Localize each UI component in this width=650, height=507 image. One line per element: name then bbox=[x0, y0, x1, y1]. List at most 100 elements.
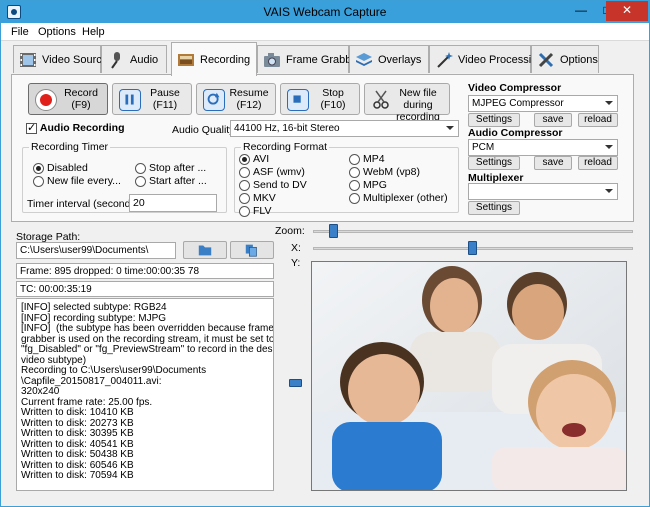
menu-options[interactable]: Options bbox=[38, 26, 76, 38]
storage-path-input[interactable]: C:\Users\user99\Documents\ bbox=[16, 242, 176, 259]
chevron-down-icon bbox=[446, 126, 454, 130]
radio-mpg[interactable] bbox=[349, 180, 360, 191]
tab-label: Recording bbox=[200, 54, 251, 66]
radio-multiplexer[interactable] bbox=[349, 193, 360, 204]
radio-start-after[interactable] bbox=[135, 176, 146, 187]
format-flv-label: FLV bbox=[253, 205, 272, 217]
video-compressor-settings-button[interactable]: Settings bbox=[468, 113, 520, 127]
log-line: 320x240 bbox=[21, 386, 60, 397]
timecode-info: TC: 00:00:35:19 bbox=[16, 281, 274, 297]
log-line: [INFO] selected subtype: RGB24 bbox=[21, 302, 167, 313]
record-button[interactable]: Record (F9) bbox=[28, 83, 108, 115]
recording-panel: Record (F9) Pause (F11) Resume (F12) Sto… bbox=[11, 74, 634, 222]
radio-stop-after[interactable] bbox=[135, 163, 146, 174]
log-line: [INFO] (the subtype has been overridden … bbox=[21, 323, 274, 334]
radio-disabled[interactable] bbox=[33, 163, 44, 174]
video-compressor-select[interactable]: MJPEG Compressor bbox=[468, 95, 618, 112]
audio-recording-label: Audio Recording bbox=[39, 122, 125, 134]
log-line: "fg_Disabled" or "fg_PreviewStream" to r… bbox=[21, 344, 274, 355]
video-compressor-reload-button[interactable]: reload bbox=[578, 113, 618, 127]
audio-recording-checkbox[interactable]: Audio Recording bbox=[26, 121, 125, 134]
radio-webm[interactable] bbox=[349, 167, 360, 178]
folder-icon bbox=[198, 245, 212, 256]
main-window: VAIS Webcam Capture — □ ✕ File Options H… bbox=[0, 0, 650, 507]
video-compressor-save-button[interactable]: save bbox=[534, 113, 572, 127]
log-line: Written to disk: 70594 KB bbox=[21, 470, 134, 481]
radio-start-after-label: Start after ... bbox=[149, 175, 207, 187]
audio-recording-check[interactable] bbox=[26, 121, 37, 134]
tools-icon bbox=[538, 52, 554, 68]
log-output[interactable]: [INFO] selected subtype: RGB24 [INFO] re… bbox=[16, 298, 274, 491]
magic-wand-icon bbox=[437, 52, 453, 68]
tab-audio[interactable]: Audio bbox=[101, 45, 167, 73]
format-mp4-label: MP4 bbox=[363, 153, 385, 165]
microphone-icon bbox=[111, 52, 120, 69]
format-mpg-label: MPG bbox=[363, 179, 387, 191]
radio-mp4[interactable] bbox=[349, 154, 360, 165]
chevron-down-icon bbox=[605, 101, 613, 105]
tab-strip: Video Source Audio Recording Frame Grabb… bbox=[1, 41, 649, 76]
browse-folder-button[interactable] bbox=[183, 241, 227, 259]
family-photo bbox=[312, 262, 626, 490]
x-label: X: bbox=[291, 242, 301, 254]
chevron-down-icon bbox=[605, 145, 613, 149]
x-slider-thumb[interactable] bbox=[468, 241, 477, 255]
pause-icon bbox=[119, 89, 141, 111]
format-asf-label: ASF (wmv) bbox=[253, 166, 305, 178]
radio-flv[interactable] bbox=[239, 206, 250, 217]
format-multiplexer-label: Multiplexer (other) bbox=[363, 192, 448, 204]
menu-file[interactable]: File bbox=[11, 26, 29, 38]
audio-compressor-settings-button[interactable]: Settings bbox=[468, 156, 520, 170]
radio-asf[interactable] bbox=[239, 167, 250, 178]
format-avi-label: AVI bbox=[253, 153, 270, 165]
minimize-button[interactable]: — bbox=[567, 1, 595, 21]
tab-video-processing[interactable]: Video Processing bbox=[429, 45, 543, 73]
frame-info: Frame: 895 dropped: 0 time:00:00:35 78 bbox=[16, 263, 274, 279]
radio-disabled-label: Disabled bbox=[47, 162, 88, 174]
stop-button-label: Stop (F10) bbox=[320, 87, 346, 111]
radio-mkv[interactable] bbox=[239, 193, 250, 204]
menu-help[interactable]: Help bbox=[82, 26, 105, 38]
pause-button-label: Pause (F11) bbox=[150, 87, 180, 111]
audio-compressor-reload-button[interactable]: reload bbox=[578, 156, 618, 170]
timer-interval-input[interactable]: 20 bbox=[129, 194, 217, 212]
tab-options[interactable]: Options bbox=[531, 45, 599, 73]
layers-icon bbox=[356, 53, 372, 66]
chevron-down-icon bbox=[605, 189, 613, 193]
radio-new-file-every-label: New file every... bbox=[47, 175, 121, 187]
tab-overlays[interactable]: Overlays bbox=[349, 45, 429, 73]
audio-compressor-select[interactable]: PCM bbox=[468, 139, 618, 156]
scissors-icon bbox=[371, 89, 393, 111]
format-send-to-dv-label: Send to DV bbox=[253, 179, 307, 191]
tab-frame-grabber[interactable]: Frame Grabber bbox=[257, 45, 361, 73]
radio-avi[interactable] bbox=[239, 154, 250, 165]
log-line: Recording to C:\Users\user99\Documents bbox=[21, 365, 207, 376]
new-file-button[interactable]: New file during recording bbox=[364, 83, 450, 123]
multiplexer-select[interactable] bbox=[468, 183, 618, 200]
resume-button[interactable]: Resume (F12) bbox=[196, 83, 276, 115]
tab-video-source[interactable]: Video Source bbox=[13, 45, 108, 73]
close-button[interactable]: ✕ bbox=[606, 1, 648, 21]
open-file-icon bbox=[245, 244, 257, 257]
zoom-slider-thumb[interactable] bbox=[329, 224, 338, 238]
radio-new-file-every[interactable] bbox=[33, 176, 44, 187]
format-webm-label: WebM (vp8) bbox=[363, 166, 420, 178]
open-folder-button[interactable] bbox=[230, 241, 274, 259]
log-line: Written to disk: 10410 KB bbox=[21, 407, 134, 418]
tab-label: Overlays bbox=[378, 54, 422, 66]
log-line: Written to disk: 30395 KB bbox=[21, 428, 134, 439]
title-bar: VAIS Webcam Capture — □ ✕ bbox=[1, 1, 649, 23]
y-slider-thumb[interactable] bbox=[289, 379, 302, 387]
audio-quality-select[interactable]: 44100 Hz, 16-bit Stereo bbox=[230, 120, 459, 137]
window-title: VAIS Webcam Capture bbox=[263, 5, 387, 19]
multiplexer-settings-button[interactable]: Settings bbox=[468, 201, 520, 215]
audio-compressor-save-button[interactable]: save bbox=[534, 156, 572, 170]
stop-button[interactable]: Stop (F10) bbox=[280, 83, 360, 115]
pause-button[interactable]: Pause (F11) bbox=[112, 83, 192, 115]
camera-icon bbox=[264, 53, 280, 67]
video-compressor-label: Video Compressor bbox=[468, 82, 562, 94]
tab-recording[interactable]: Recording bbox=[171, 42, 257, 76]
zoom-slider-track[interactable] bbox=[313, 230, 633, 233]
radio-stop-after-label: Stop after ... bbox=[149, 162, 207, 174]
radio-send-to-dv[interactable] bbox=[239, 180, 250, 191]
